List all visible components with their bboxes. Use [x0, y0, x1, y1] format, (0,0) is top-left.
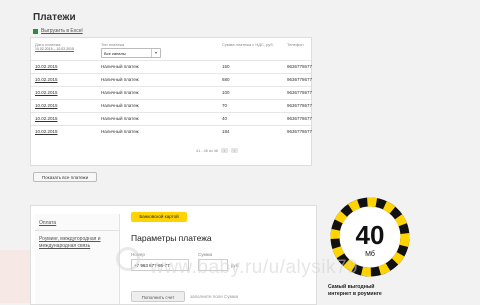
- row-phone: 9636778677: [287, 129, 313, 134]
- row-date[interactable]: 10.02.2015: [35, 126, 58, 138]
- table-row: 10.02.2015 Наличный платеж 184 963677867…: [31, 125, 313, 138]
- payment-sidebar: Оплата Роуминг, междугородная и междунар…: [35, 214, 120, 304]
- row-sum: 70: [222, 103, 228, 108]
- sidebar-item-roaming[interactable]: Роуминг, междугородная и международная с…: [39, 236, 115, 250]
- table-row: 10.02.2015 Наличный платеж 70 9636778677: [31, 99, 313, 112]
- header-phone: Телефон: [287, 42, 304, 47]
- payment-type-select[interactable]: Все каналы ▾: [101, 48, 161, 58]
- row-date[interactable]: 10.02.2015: [35, 87, 58, 99]
- row-date[interactable]: 10.02.2015: [35, 61, 58, 73]
- row-type: Наличный платеж: [101, 116, 139, 121]
- row-type: Наличный платеж: [101, 77, 139, 82]
- row-phone: 9636778677: [287, 103, 313, 108]
- payments-table: Дата платежа Тип платежа Сумма платежа с…: [30, 37, 312, 166]
- table-body: 10.02.2015 Наличный платеж 150 963677867…: [31, 60, 313, 138]
- table-row: 10.02.2015 Наличный платеж 100 963677867…: [31, 86, 313, 99]
- ad-unit: Мб: [365, 250, 375, 258]
- bank-card-tab[interactable]: Банковской картой: [131, 212, 187, 222]
- row-sum: 150: [222, 64, 230, 69]
- payment-type-value: Все каналы: [104, 51, 126, 56]
- next-page-button[interactable]: ›: [231, 148, 239, 153]
- date-range-picker[interactable]: 10.02.2015 – 10.02.2015: [35, 47, 93, 59]
- row-type: Наличный платеж: [101, 64, 139, 69]
- pagination-status: 41 - 46 из 46: [196, 148, 219, 153]
- ad-caption[interactable]: Самый выгодный интернет в роуминге: [328, 284, 382, 298]
- row-phone: 9636778677: [287, 64, 313, 69]
- row-sum: 680: [222, 77, 230, 82]
- row-sum: 184: [222, 129, 230, 134]
- row-type: Наличный платеж: [101, 103, 139, 108]
- ad-caption-line2: интернет в роуминге: [328, 291, 382, 297]
- chevron-down-icon: ▾: [151, 49, 160, 57]
- prev-page-button[interactable]: ‹: [221, 148, 229, 153]
- watermark-text: www.baby.ru/u/alysik79: [150, 257, 359, 278]
- ad-value: 40: [356, 220, 385, 250]
- table-row: 10.02.2015 Наличный платеж 150 963677867…: [31, 60, 313, 73]
- header-type: Тип платежа: [101, 42, 125, 47]
- table-row: 10.02.2015 Наличный платеж 680 963677867…: [31, 73, 313, 86]
- row-date[interactable]: 10.02.2015: [35, 74, 58, 86]
- row-sum: 40: [222, 116, 228, 121]
- row-sum: 100: [222, 90, 230, 95]
- pagination: 41 - 46 из 46 ‹ ›: [196, 148, 239, 153]
- sidebar-item-payment[interactable]: Оплата: [39, 220, 56, 226]
- table-row: 10.02.2015 Наличный платеж 40 9636778677: [31, 112, 313, 125]
- divider: [35, 230, 119, 231]
- row-phone: 9636778677: [287, 90, 313, 95]
- header-sum: Сумма платежа с НДС, руб.: [222, 42, 274, 47]
- row-type: Наличный платеж: [101, 90, 139, 95]
- ad-caption-line1: Самый выгодный: [328, 284, 375, 290]
- row-phone: 9636778677: [287, 77, 313, 82]
- excel-icon: [33, 28, 38, 34]
- row-date[interactable]: 10.02.2015: [35, 100, 58, 112]
- export-excel-link[interactable]: Выгрузить в Excel: [33, 28, 83, 34]
- watermark-logo: [116, 247, 140, 271]
- payment-params-title: Параметры платежа: [131, 233, 212, 243]
- export-excel-label: Выгрузить в Excel: [41, 28, 83, 34]
- watermark-frame: [0, 250, 30, 303]
- page-title: Платежи: [33, 12, 76, 23]
- fill-sum-hint: заполните поле Сумма: [190, 294, 239, 299]
- top-up-button[interactable]: Пополнить счет: [131, 291, 185, 302]
- show-all-payments-button[interactable]: Показать все платежи: [33, 172, 97, 182]
- row-date[interactable]: 10.02.2015: [35, 113, 58, 125]
- row-type: Наличный платеж: [101, 129, 139, 134]
- row-phone: 9636778677: [287, 116, 313, 121]
